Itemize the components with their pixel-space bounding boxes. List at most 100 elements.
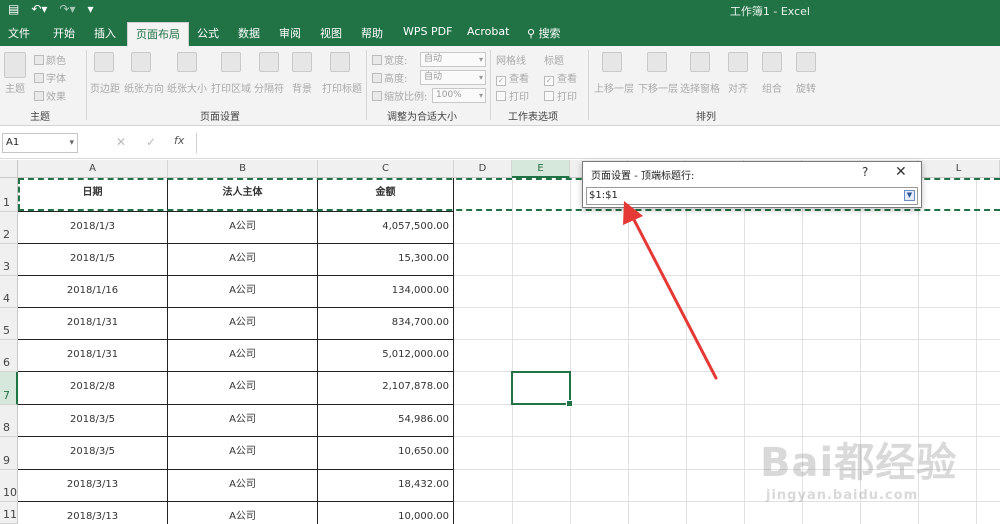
table-cell[interactable]: A公司 <box>168 212 318 244</box>
row-header[interactable]: 1 <box>0 178 18 212</box>
align-button[interactable]: 对齐 <box>728 80 748 95</box>
rotate-icon[interactable] <box>796 52 816 72</box>
close-button[interactable]: ✕ <box>895 164 907 180</box>
column-header-b[interactable]: B <box>168 160 318 178</box>
scale-stepper[interactable]: 100% <box>432 88 486 103</box>
table-cell[interactable]: 10,650.00 <box>318 437 454 470</box>
tab-home[interactable]: 开始 <box>53 25 75 41</box>
table-cell[interactable]: 54,986.00 <box>318 405 454 437</box>
table-cell[interactable]: 10,000.00 <box>318 502 454 524</box>
customize-icon[interactable]: ▾ <box>88 2 94 16</box>
row-header[interactable]: 6 <box>0 340 18 372</box>
theme-colors-button[interactable]: 颜色 <box>34 52 66 67</box>
group-icon[interactable] <box>762 52 782 72</box>
table-cell[interactable]: 5,012,000.00 <box>318 340 454 372</box>
table-cell[interactable]: 834,700.00 <box>318 308 454 340</box>
row-header[interactable]: 5 <box>0 308 18 340</box>
selection-pane-icon[interactable] <box>690 52 710 72</box>
enter-icon[interactable]: ✓ <box>146 135 156 149</box>
row-header[interactable]: 11 <box>0 502 18 524</box>
headings-view-checkbox[interactable]: ✓ 查看 <box>544 70 577 86</box>
table-cell[interactable]: 2018/1/31 <box>18 340 168 372</box>
tab-view[interactable]: 视图 <box>320 25 342 41</box>
cancel-icon[interactable]: ✕ <box>116 135 126 149</box>
row-header[interactable]: 4 <box>0 276 18 308</box>
gridlines-print-checkbox[interactable]: 打印 <box>496 88 529 103</box>
tab-data[interactable]: 数据 <box>238 25 260 41</box>
help-button[interactable]: ? <box>862 165 868 179</box>
table-cell[interactable]: 4,057,500.00 <box>318 212 454 244</box>
table-cell[interactable]: A公司 <box>168 405 318 437</box>
background-icon[interactable] <box>292 52 312 72</box>
tab-insert[interactable]: 插入 <box>94 25 116 41</box>
breaks-button[interactable]: 分隔符 <box>254 80 284 95</box>
gridlines-view-checkbox[interactable]: ✓ 查看 <box>496 70 529 86</box>
table-cell[interactable]: 2018/3/13 <box>18 470 168 502</box>
tab-file[interactable]: 文件 <box>8 25 30 41</box>
column-header-d[interactable]: D <box>454 160 512 178</box>
table-cell[interactable]: A公司 <box>168 437 318 470</box>
tab-page-layout[interactable]: 页面布局 <box>127 22 189 48</box>
row-header[interactable]: 10 <box>0 470 18 502</box>
table-cell[interactable]: 2018/3/5 <box>18 405 168 437</box>
table-cell[interactable]: 2018/3/13 <box>18 502 168 524</box>
search-tab[interactable]: ⚲ 搜索 <box>527 25 561 41</box>
name-box[interactable]: A1 <box>2 133 78 153</box>
background-button[interactable]: 背景 <box>292 80 312 95</box>
table-cell[interactable]: 15,300.00 <box>318 244 454 276</box>
margins-button[interactable]: 页边距 <box>90 80 120 95</box>
tab-review[interactable]: 审阅 <box>279 25 301 41</box>
table-cell[interactable]: 2018/1/31 <box>18 308 168 340</box>
table-cell[interactable]: 134,000.00 <box>318 276 454 308</box>
column-header-c[interactable]: C <box>318 160 454 178</box>
bring-forward-button[interactable]: 上移一层 <box>594 80 634 95</box>
table-cell[interactable]: 2018/1/5 <box>18 244 168 276</box>
tab-help[interactable]: 帮助 <box>361 25 383 41</box>
table-cell[interactable]: 2018/1/16 <box>18 276 168 308</box>
row-header[interactable]: 7 <box>0 372 18 405</box>
table-header-amount[interactable]: 金额 <box>318 178 454 212</box>
print-titles-button[interactable]: 打印标题 <box>322 80 362 95</box>
column-header-e[interactable]: E <box>512 160 570 178</box>
formula-input[interactable] <box>196 133 996 153</box>
print-titles-icon[interactable] <box>330 52 350 72</box>
size-icon[interactable] <box>177 52 197 72</box>
table-cell[interactable]: 2,107,878.00 <box>318 372 454 405</box>
orientation-button[interactable]: 纸张方向 <box>124 80 164 95</box>
select-all-corner[interactable] <box>0 160 18 178</box>
themes-icon[interactable] <box>4 52 26 78</box>
breaks-icon[interactable] <box>259 52 279 72</box>
rows-to-repeat-input[interactable]: $1:$1 ▼ <box>586 187 918 205</box>
selection-pane-button[interactable]: 选择窗格 <box>680 80 720 95</box>
column-header-a[interactable]: A <box>18 160 168 178</box>
print-area-icon[interactable] <box>221 52 241 72</box>
table-cell[interactable]: A公司 <box>168 276 318 308</box>
group-button[interactable]: 组合 <box>762 80 782 95</box>
bring-forward-icon[interactable] <box>602 52 622 72</box>
row-header[interactable]: 8 <box>0 405 18 437</box>
row-header[interactable]: 2 <box>0 212 18 244</box>
tab-formulas[interactable]: 公式 <box>197 25 219 41</box>
save-icon[interactable]: ▤ <box>8 2 19 16</box>
margins-icon[interactable] <box>94 52 114 72</box>
print-area-button[interactable]: 打印区域 <box>211 80 251 95</box>
orientation-icon[interactable] <box>131 52 151 72</box>
active-cell-e7[interactable] <box>511 371 573 407</box>
table-cell[interactable]: A公司 <box>168 340 318 372</box>
themes-button[interactable]: 主题 <box>5 80 25 95</box>
headings-print-checkbox[interactable]: 打印 <box>544 88 577 103</box>
height-select[interactable]: 自动 <box>420 70 486 85</box>
table-cell[interactable]: A公司 <box>168 502 318 524</box>
table-cell[interactable]: A公司 <box>168 372 318 405</box>
rotate-button[interactable]: 旋转 <box>796 80 816 95</box>
table-cell[interactable]: A公司 <box>168 308 318 340</box>
tab-wps-pdf[interactable]: WPS PDF <box>403 25 452 38</box>
insert-function-icon[interactable]: fx <box>174 134 184 147</box>
send-backward-icon[interactable] <box>647 52 667 72</box>
size-button[interactable]: 纸张大小 <box>167 80 207 95</box>
table-cell[interactable]: 18,432.00 <box>318 470 454 502</box>
table-cell[interactable]: A公司 <box>168 470 318 502</box>
send-backward-button[interactable]: 下移一层 <box>638 80 678 95</box>
theme-fonts-button[interactable]: 字体 <box>34 70 66 85</box>
table-cell[interactable]: 2018/1/3 <box>18 212 168 244</box>
